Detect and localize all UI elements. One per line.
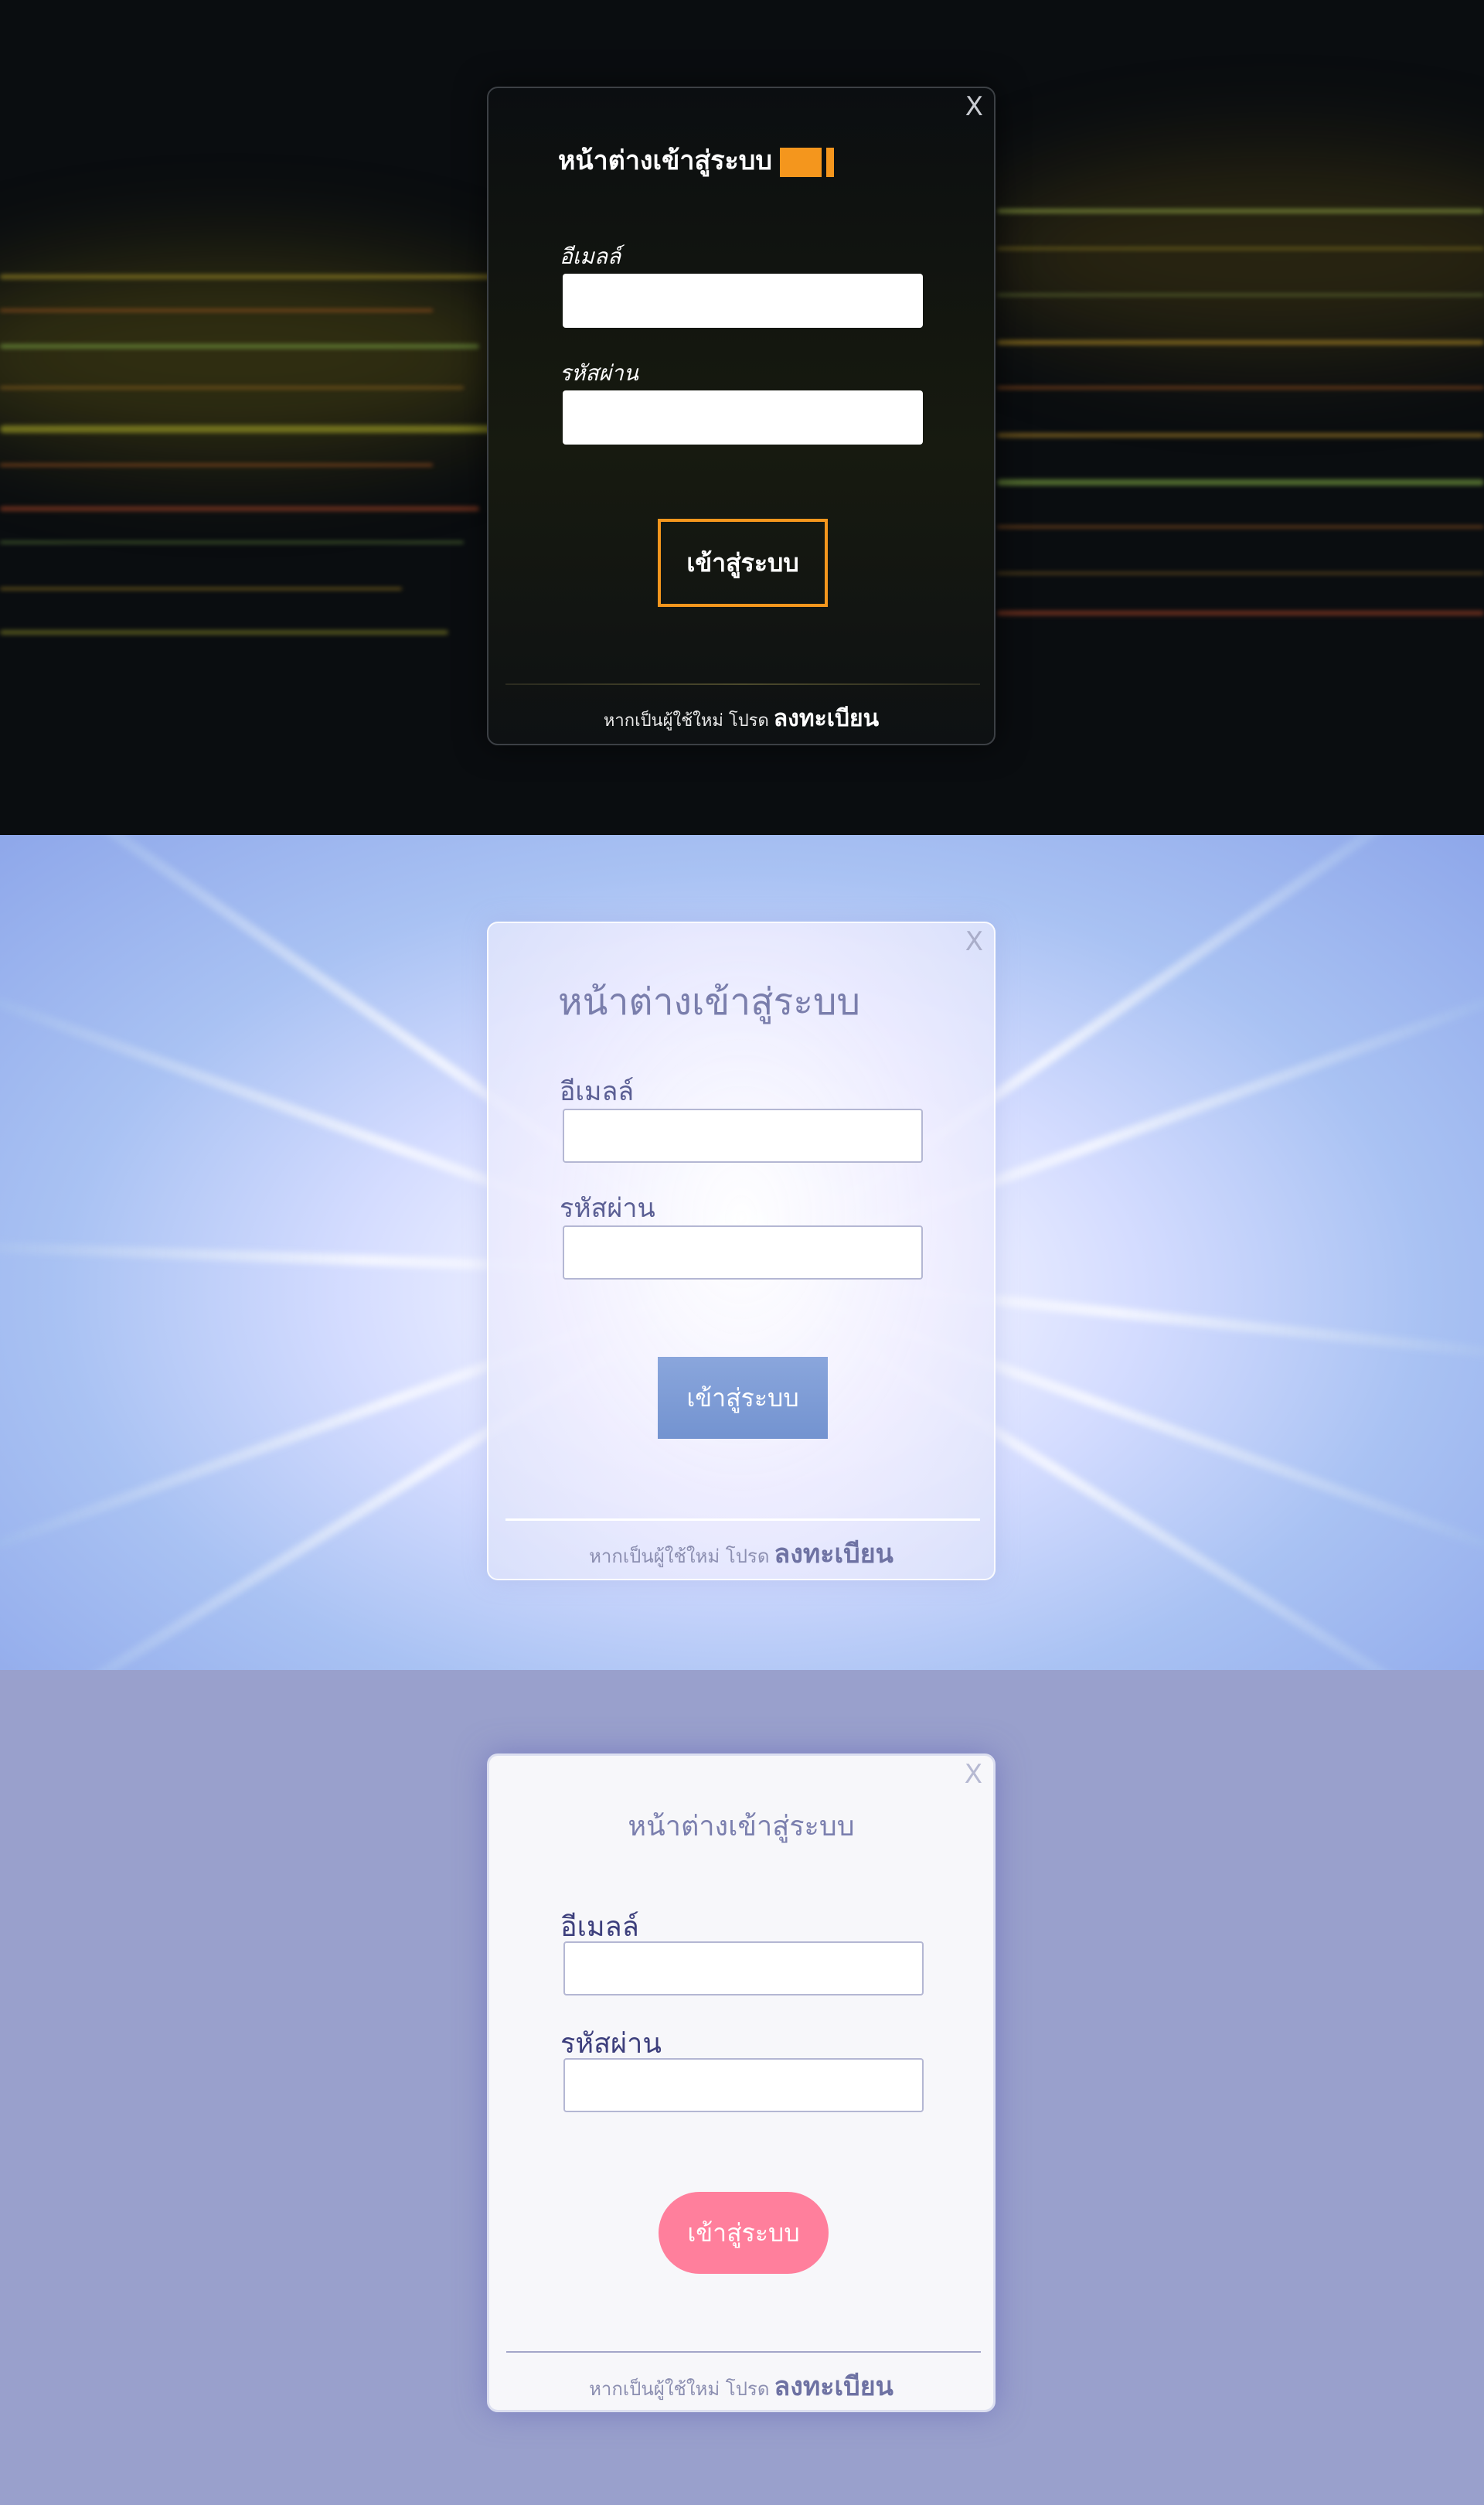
- light-streak: [0, 506, 479, 511]
- light-streak: [997, 340, 1484, 345]
- light-streak: [0, 309, 433, 312]
- login-button[interactable]: เข้าสู่ระบบ: [659, 2192, 829, 2274]
- footer-divider: [505, 1518, 980, 1521]
- light-streak: [0, 464, 433, 466]
- register-prompt: หากเป็นผู้ใช้ใหม่ โปรด ลงทะเบียน: [488, 1532, 994, 1574]
- register-prompt-text: หากเป็นผู้ใช้ใหม่ โปรด: [589, 2378, 770, 2400]
- dark-theme-section: X หน้าต่างเข้าสู่ระบบ อีเมลล์ รหัสผ่าน เ…: [0, 0, 1484, 835]
- email-field[interactable]: [563, 1109, 923, 1163]
- password-field[interactable]: [563, 390, 923, 445]
- register-prompt: หากเป็นผู้ใช้ใหม่ โปรด ลงทะเบียน: [488, 700, 994, 737]
- register-prompt-text: หากเป็นผู้ใช้ใหม่ โปรด: [589, 1546, 770, 1567]
- close-icon[interactable]: X: [965, 92, 983, 121]
- login-modal-dark: X หน้าต่างเข้าสู่ระบบ อีเมลล์ รหัสผ่าน เ…: [487, 87, 996, 745]
- login-modal-glass: X หน้าต่างเข้าสู่ระบบ อีเมลล์ รหัสผ่าน เ…: [487, 922, 996, 1580]
- register-prompt-text: หากเป็นผู้ใช้ใหม่ โปรด: [603, 711, 769, 731]
- password-label: รหัสผ่าน: [560, 360, 638, 386]
- light-streak: [997, 433, 1484, 438]
- close-icon[interactable]: X: [965, 1760, 982, 1789]
- email-label: อีเมลล์: [560, 1076, 635, 1107]
- light-streak: [0, 425, 495, 433]
- title-accent-bar: [825, 147, 834, 177]
- password-label: รหัสผ่าน: [560, 1193, 655, 1224]
- modal-title: หน้าต่างเข้าสู่ระบบ: [628, 1811, 855, 1842]
- light-streak: [0, 588, 402, 590]
- background-glow: [966, 155, 1484, 356]
- password-field[interactable]: [563, 2058, 924, 2112]
- register-link[interactable]: ลงทะเบียน: [774, 705, 879, 732]
- footer-divider: [506, 2351, 981, 2353]
- email-field[interactable]: [563, 1941, 924, 1995]
- footer-divider: [505, 683, 980, 685]
- light-streak: [997, 479, 1484, 486]
- email-label: อีเมลล์: [560, 244, 621, 269]
- login-button[interactable]: เข้าสู่ระบบ: [658, 1357, 828, 1439]
- register-link[interactable]: ลงทะเบียน: [774, 1539, 893, 1569]
- light-streak: [997, 247, 1484, 250]
- login-modal-flat: X หน้าต่างเข้าสู่ระบบ อีเมลล์ รหัสผ่าน เ…: [487, 1754, 996, 2412]
- modal-title-text: หน้าต่างเข้าสู่ระบบ: [558, 145, 772, 176]
- light-streak: [997, 526, 1484, 528]
- light-streak: [997, 611, 1484, 615]
- register-link[interactable]: ลงทะเบียน: [774, 2371, 893, 2402]
- light-theme-section: X หน้าต่างเข้าสู่ระบบ อีเมลล์ รหัสผ่าน เ…: [0, 835, 1484, 1670]
- email-field[interactable]: [563, 274, 923, 328]
- light-streak: [997, 387, 1484, 389]
- register-prompt: หากเป็นผู้ใช้ใหม่ โปรด ลงทะเบียน: [489, 2365, 993, 2407]
- light-streak: [997, 572, 1484, 574]
- close-icon[interactable]: X: [965, 927, 983, 956]
- light-streak: [0, 274, 495, 279]
- title-accent-block: [779, 147, 822, 177]
- flat-theme-section: X หน้าต่างเข้าสู่ระบบ อีเมลล์ รหัสผ่าน เ…: [0, 1670, 1484, 2505]
- light-streak: [0, 344, 479, 349]
- modal-title: หน้าต่างเข้าสู่ระบบ: [558, 980, 860, 1024]
- password-field[interactable]: [563, 1225, 923, 1280]
- light-streak: [997, 209, 1484, 213]
- light-streak: [997, 294, 1484, 296]
- light-streak: [0, 541, 464, 544]
- modal-title: หน้าต่างเข้าสู่ระบบ: [558, 139, 834, 181]
- login-button[interactable]: เข้าสู่ระบบ: [658, 519, 828, 607]
- light-streak: [0, 387, 464, 389]
- light-streak: [0, 630, 448, 635]
